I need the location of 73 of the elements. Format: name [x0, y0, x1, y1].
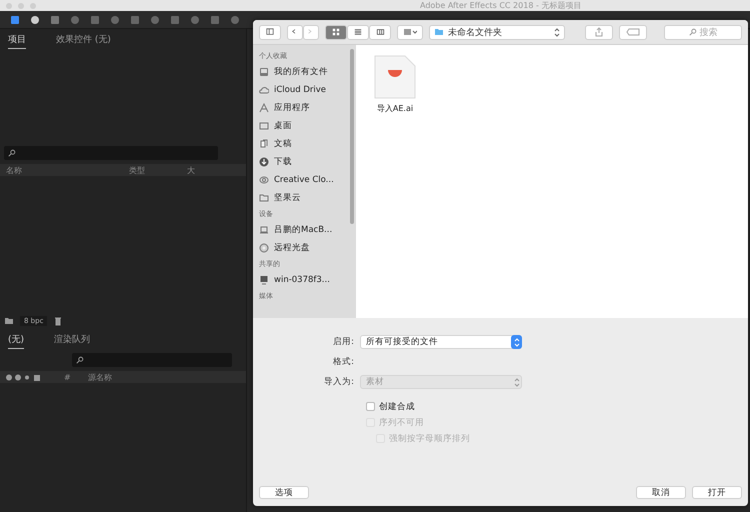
sidebar-button[interactable]: [259, 24, 281, 40]
back-button[interactable]: [287, 24, 303, 40]
sidebar-icon: [265, 28, 275, 36]
column-header: 源名称: [88, 372, 112, 382]
tag-icon: [626, 28, 640, 36]
document-icon: [374, 55, 416, 99]
sidebar-item[interactable]: 下载: [259, 153, 356, 171]
sidebar-item[interactable]: 应用程序: [259, 99, 356, 117]
sidebar-item[interactable]: win-0378f3...: [259, 271, 356, 289]
creative-cloud-icon: [259, 175, 269, 185]
panel-tab[interactable]: 渲染队列: [54, 331, 90, 349]
scrollbar[interactable]: [350, 49, 354, 224]
share-icon: [594, 27, 604, 37]
apps-icon: [259, 103, 269, 113]
sidebar-item[interactable]: 坚果云: [259, 189, 356, 207]
file-item[interactable]: 导入AE.ai: [370, 55, 420, 308]
tag-button[interactable]: [619, 24, 647, 40]
sidebar-item[interactable]: Creative Clo...: [259, 171, 356, 189]
panel-tab[interactable]: 项目: [8, 31, 26, 49]
drawer-icon: [259, 67, 269, 77]
arrange-button[interactable]: [397, 24, 423, 40]
column-header: 名称: [6, 164, 23, 176]
laptop-icon: [259, 225, 269, 235]
sidebar-item[interactable]: 远程光盘: [259, 239, 356, 257]
search-icon: [688, 28, 696, 36]
checkbox-option[interactable]: 创建合成: [366, 400, 748, 413]
column-header: #: [64, 372, 72, 382]
chevron-right-icon: [308, 28, 314, 36]
window-title: Adobe After Effects CC 2018 - 无标题项目: [420, 0, 582, 11]
folder-icon: [259, 193, 269, 203]
folder-icon: [4, 316, 14, 326]
cancel-button[interactable]: 取消: [636, 486, 686, 499]
sidebar-item[interactable]: iCloud Drive: [259, 81, 356, 99]
location-popup[interactable]: 未命名文件夹: [429, 24, 565, 40]
field-label: 格式:: [332, 356, 355, 368]
monitor-icon: [259, 275, 269, 285]
search-field[interactable]: [72, 353, 232, 367]
download-icon: [259, 157, 269, 167]
desktop-icon: [259, 121, 269, 131]
search-field[interactable]: [4, 146, 218, 160]
list-icon: [354, 28, 362, 36]
cloud-icon: [259, 85, 269, 95]
document-icon: [259, 139, 269, 149]
sidebar-item[interactable]: 吕鹏的MacB...: [259, 221, 356, 239]
updown-icon: [514, 338, 520, 346]
chevron-left-icon: [292, 28, 298, 36]
field-label: 导入为:: [323, 376, 355, 388]
sidebar-item[interactable]: 我的所有文件: [259, 63, 356, 81]
column-header: 类型: [129, 164, 146, 176]
share-button[interactable]: [585, 24, 613, 40]
dropdown[interactable]: 所有可接受的文件: [360, 335, 522, 349]
columns-icon: [376, 28, 384, 36]
forward-button[interactable]: [303, 24, 319, 40]
folder-icon: [434, 27, 444, 37]
updown-icon: [514, 378, 520, 386]
search-icon: [76, 356, 84, 364]
panel-tab[interactable]: 效果控件 (无): [56, 31, 111, 49]
view-mode-button[interactable]: [369, 24, 391, 40]
updown-icon: [554, 28, 560, 36]
column-header: 大: [187, 164, 195, 176]
trash-icon: [53, 316, 64, 326]
open-button[interactable]: 打开: [692, 486, 742, 499]
view-mode-button[interactable]: [325, 24, 347, 40]
options-button[interactable]: 选项: [259, 486, 309, 499]
panel-tab[interactable]: (无): [8, 331, 24, 349]
disc-icon: [259, 243, 269, 253]
arrange-icon: [403, 28, 417, 36]
grid-icon: [332, 28, 340, 36]
sidebar-item[interactable]: 文稿: [259, 135, 356, 153]
field-label: 启用:: [332, 336, 355, 348]
sidebar-item[interactable]: 桌面: [259, 117, 356, 135]
view-mode-button[interactable]: [347, 24, 369, 40]
search-icon: [8, 149, 16, 157]
